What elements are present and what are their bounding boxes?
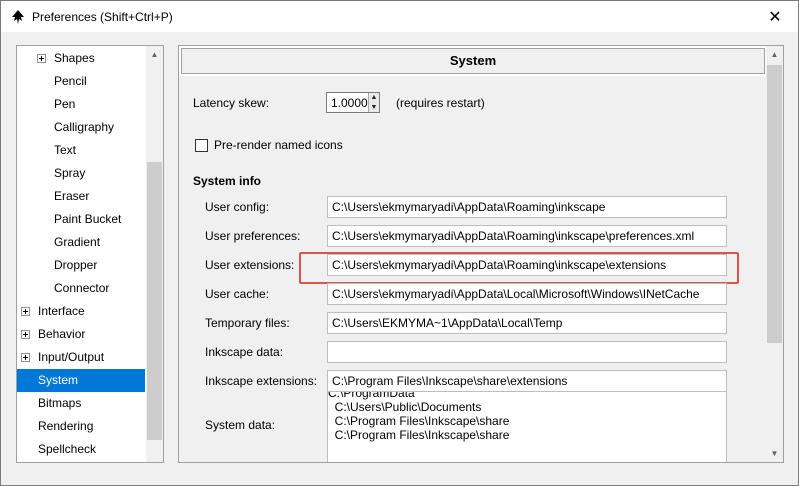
inkscape-icon xyxy=(12,10,24,24)
tree-item-input-output[interactable]: Input/Output xyxy=(17,346,145,369)
field-label: User extensions: xyxy=(205,258,295,272)
tree-item-connector[interactable]: Connector xyxy=(17,277,145,300)
tree-item-gradient[interactable]: Gradient xyxy=(17,231,145,254)
tree-item-label: Dropper xyxy=(54,258,98,272)
preferences-window: Preferences (Shift+Ctrl+P) ✕ Shapes Penci… xyxy=(0,0,799,486)
field-label: Inkscape data: xyxy=(205,345,284,359)
tree-item-interface[interactable]: Interface xyxy=(17,300,145,323)
tree-item-label: Spellcheck xyxy=(38,442,97,456)
preferences-tree[interactable]: Shapes Pencil Pen Calligraphy Text Spray Erase… xyxy=(16,45,164,463)
path-field-user-cache[interactable]: C:\Users\ekmymaryadi\AppData\Local\Micro… xyxy=(327,283,727,305)
panel-scroll-thumb[interactable] xyxy=(767,65,782,343)
path-field-user-preferences[interactable]: C:\Users\ekmymaryadi\AppData\Roaming\ink… xyxy=(327,225,727,247)
title-bar[interactable]: Preferences (Shift+Ctrl+P) ✕ xyxy=(1,1,798,32)
tree-item-label: Pen xyxy=(54,97,76,111)
tree-item-label: Eraser xyxy=(54,189,90,203)
tree-item-paint-bucket[interactable]: Paint Bucket xyxy=(17,208,145,231)
tree-item-label: Paint Bucket xyxy=(54,212,122,226)
tree-item-calligraphy[interactable]: Calligraphy xyxy=(17,116,145,139)
path-field-user-config[interactable]: C:\Users\ekmymaryadi\AppData\Roaming\ink… xyxy=(327,196,727,218)
field-label: User config: xyxy=(205,200,270,214)
system-data-line: C:\Users\Public\Documents xyxy=(328,400,482,414)
tree-item-pen[interactable]: Pen xyxy=(17,93,145,116)
tree-item-spray[interactable]: Spray xyxy=(17,162,145,185)
prerender-icons-label: Pre-render named icons xyxy=(214,138,343,152)
tree-item-dropper[interactable]: Dropper xyxy=(17,254,145,277)
tree-item-rendering[interactable]: Rendering xyxy=(17,415,145,438)
system-data-line: C:\Program Files\Inkscape\share xyxy=(328,414,510,428)
tree-item-pencil[interactable]: Pencil xyxy=(17,70,145,93)
tree-item-label: Connector xyxy=(54,281,110,295)
latency-skew-value: 1.0000 xyxy=(331,96,368,110)
expander-icon[interactable] xyxy=(21,353,30,362)
spin-up-icon[interactable]: ▲ xyxy=(369,93,379,102)
expander-icon[interactable] xyxy=(21,307,30,316)
requires-restart-note: (requires restart) xyxy=(396,96,485,110)
tree-item-spellcheck[interactable]: Spellcheck xyxy=(17,438,145,461)
tree-item-behavior[interactable]: Behavior xyxy=(17,323,145,346)
tree-item-label: Gradient xyxy=(54,235,101,249)
tree-item-label: Interface xyxy=(38,304,85,318)
panel-content: Latency skew: 1.0000 ▲ ▼ (requires resta… xyxy=(179,76,767,462)
close-icon: ✕ xyxy=(768,8,782,26)
field-label: User cache: xyxy=(205,287,270,301)
field-label: User preferences: xyxy=(205,229,301,243)
tree-item-system[interactable]: System xyxy=(17,369,145,392)
close-button[interactable]: ✕ xyxy=(752,1,798,32)
tree-item-bitmaps[interactable]: Bitmaps xyxy=(17,392,145,415)
system-panel: System Latency skew: 1.0000 ▲ ▼ (require… xyxy=(178,45,784,463)
spinner-buttons: ▲ ▼ xyxy=(368,93,379,112)
panel-title: System xyxy=(181,48,765,74)
path-field-temporary-files[interactable]: C:\Users\EKMYMA~1\AppData\Local\Temp xyxy=(327,312,727,334)
tree-item-label: Text xyxy=(54,143,77,157)
path-field-inkscape-data[interactable] xyxy=(327,341,727,363)
expander-icon[interactable] xyxy=(37,54,46,63)
scroll-down-icon[interactable]: ▼ xyxy=(766,445,783,462)
tree-item-label: Calligraphy xyxy=(54,120,115,134)
field-label: Temporary files: xyxy=(205,316,290,330)
tree-item-label: Behavior xyxy=(38,327,86,341)
spin-down-icon[interactable]: ▼ xyxy=(369,103,379,112)
scroll-up-icon[interactable]: ▲ xyxy=(146,46,163,63)
system-info-heading: System info xyxy=(193,174,262,188)
prerender-icons-checkbox[interactable] xyxy=(195,139,208,152)
system-data-line: C:\Program Files\Inkscape\share xyxy=(328,428,510,442)
tree-item-label: Spray xyxy=(54,166,86,180)
tree-item-label: Bitmaps xyxy=(38,396,82,410)
path-field-user-extensions[interactable]: C:\Users\ekmymaryadi\AppData\Roaming\ink… xyxy=(327,254,727,276)
tree-item-label: Rendering xyxy=(38,419,94,433)
tree-item-label: Pencil xyxy=(54,74,87,88)
latency-skew-label: Latency skew: xyxy=(193,96,270,110)
expander-icon[interactable] xyxy=(21,330,30,339)
system-data-textarea[interactable]: C:\ProgramData C:\Users\Public\Documents… xyxy=(327,384,727,462)
tree-item-label: Input/Output xyxy=(38,350,105,364)
path-field-inkscape-extensions[interactable]: C:\Program Files\Inkscape\share\extensio… xyxy=(327,370,727,392)
tree-item-shapes[interactable]: Shapes xyxy=(17,47,145,70)
system-data-label: System data: xyxy=(205,418,276,432)
tree-item-eraser[interactable]: Eraser xyxy=(17,185,145,208)
window-title: Preferences (Shift+Ctrl+P) xyxy=(32,10,173,24)
scroll-up-icon[interactable]: ▲ xyxy=(766,46,783,63)
field-label: Inkscape extensions: xyxy=(205,374,318,388)
tree-scrollbar[interactable]: ▲ xyxy=(146,46,163,462)
tree-scroll-thumb[interactable] xyxy=(147,162,162,440)
tree-item-label: Shapes xyxy=(54,51,95,65)
tree-item-label: System xyxy=(38,373,79,387)
panel-scrollbar[interactable]: ▲ ▼ xyxy=(766,46,783,462)
latency-skew-spinner[interactable]: 1.0000 ▲ ▼ xyxy=(326,92,380,113)
tree-item-text[interactable]: Text xyxy=(17,139,145,162)
